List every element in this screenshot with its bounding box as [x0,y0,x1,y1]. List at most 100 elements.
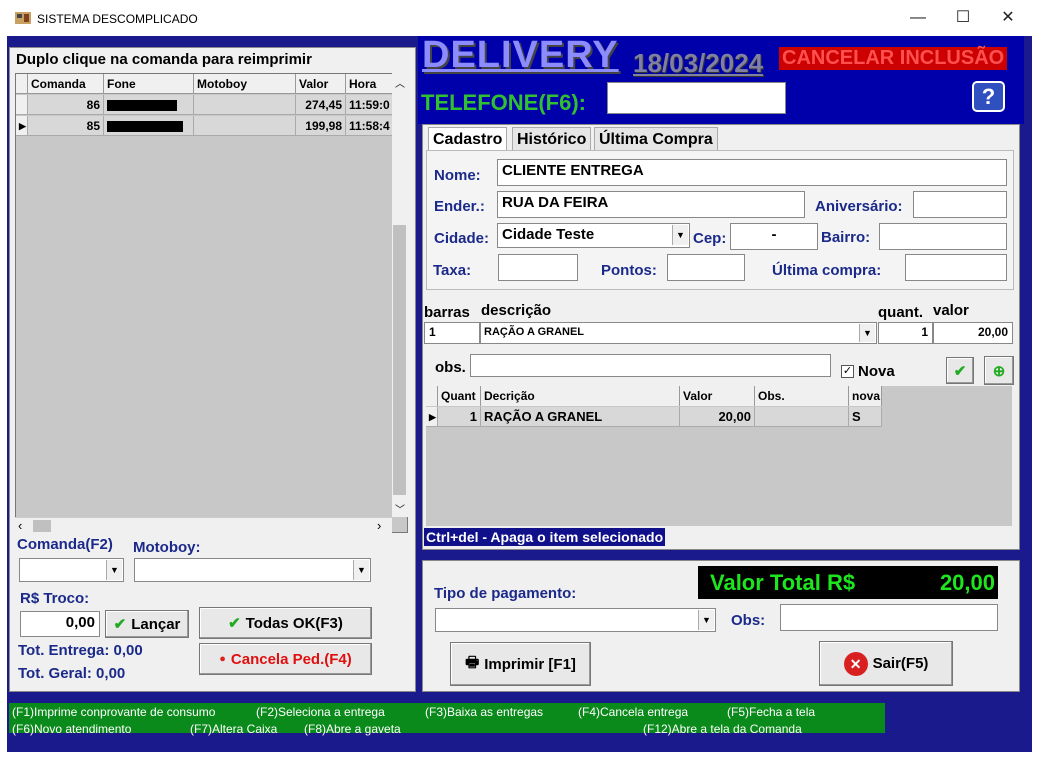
barras-input[interactable]: 1 [424,322,480,344]
obs-input[interactable] [470,354,831,377]
shortcut-bar: (F1)Imprime conprovante de consumo (F2)S… [9,703,885,736]
sair-button[interactable]: ✕ Sair(F5) [819,641,953,686]
tab-cadastro[interactable]: Cadastro [428,127,508,151]
taxa-input[interactable] [498,254,578,281]
shortcut-f4: (F4)Cancela entrega [578,705,689,719]
nova-checkbox[interactable]: ✓ [841,365,854,378]
shortcut-f2: (F2)Seleciona a entrega [256,705,385,719]
quant-input[interactable]: 1 [878,322,933,344]
scroll-left-icon[interactable]: ‹ [18,518,22,533]
tipo-pagamento-select[interactable]: ▼ [435,608,716,632]
valor-input[interactable]: 20,00 [933,322,1013,344]
close-button[interactable]: ✕ [988,6,1028,30]
col-valor[interactable]: Valor [296,74,346,94]
scroll-right-icon[interactable]: › [377,518,381,533]
row-pointer-icon: ▶ [426,407,438,427]
check-icon: ✔ [228,615,241,632]
grid-indicator-header [16,74,28,94]
chevron-down-icon[interactable]: ▼ [859,324,875,342]
cell-hora: 11:59:0 [346,95,394,115]
cidade-value: Cidade Teste [502,226,595,243]
scroll-up-icon[interactable]: ︿ [395,75,405,90]
shortcut-f12: (F12)Abre a tela da Comanda [643,722,802,736]
telefone-label: TELEFONE(F6): [421,90,586,115]
chevron-down-icon[interactable]: ▼ [353,560,369,580]
comandas-grid[interactable]: Comanda Fone Motoboy Valor Hora 86 274,4… [15,73,408,533]
items-indicator-header [426,386,438,406]
nome-label: Nome: [434,167,481,184]
col-motoboy[interactable]: Motoboy [194,74,296,94]
lancar-button[interactable]: ✔ Lançar [105,610,189,638]
cell-hora: 11:58:4 [346,116,394,136]
comanda-select[interactable]: ▼ [19,558,124,582]
todas-ok-button[interactable]: ✔ Todas OK(F3) [199,607,372,639]
col-quant[interactable]: Quant [438,386,481,406]
col-comanda[interactable]: Comanda [28,74,104,94]
chevron-down-icon[interactable]: ▼ [672,225,688,245]
tab-ultima-compra[interactable]: Última Compra [594,127,718,151]
chevron-down-icon[interactable]: ▼ [698,610,714,630]
nome-input[interactable]: CLIENTE ENTREGA [497,159,1007,186]
descricao-value: RAÇÃO A GRANEL [484,326,585,338]
imprimir-label: Imprimir [F1] [484,655,576,673]
pontos-input[interactable] [667,254,745,281]
ultima-compra-input[interactable] [905,254,1007,281]
chevron-down-icon[interactable]: ▼ [106,560,122,580]
grid-header: Comanda Fone Motoboy Valor Hora [16,74,396,94]
cell-fone [104,116,194,136]
items-grid[interactable]: Quant Decrição Valor Obs. nova ▶ 1 RAÇÃO… [426,386,1012,526]
col-obs[interactable]: Obs. [755,386,849,406]
hscroll-thumb[interactable] [33,520,51,532]
taxa-label: Taxa: [433,262,472,279]
cell-motoboy [194,95,296,115]
horizontal-scrollbar[interactable]: ‹ › [15,517,392,534]
app-icon [15,12,31,24]
table-row[interactable]: 86 274,45 11:59:0 [16,95,394,115]
col-nova[interactable]: nova [849,386,882,406]
payment-obs-input[interactable] [780,604,998,631]
table-row[interactable]: ▶ 85 199,98 11:58:4 [16,116,394,136]
row-pointer-icon: ▶ [16,116,28,136]
telefone-input[interactable] [607,82,786,114]
ultima-compra-label: Última compra: [772,262,882,279]
cell-valor: 274,45 [296,95,346,115]
shortcut-f5: (F5)Fecha a tela [727,705,816,719]
minimize-button[interactable]: — [898,6,938,30]
cep-input[interactable]: - [730,223,818,250]
troco-input[interactable]: 0,00 [20,611,100,637]
motoboy-select[interactable]: ▼ [134,558,371,582]
scroll-down-icon[interactable]: ﹀ [395,501,405,516]
descricao-label: descrição [481,302,552,319]
delete-hint: Ctrl+del - Apaga o item selecionado [424,528,666,546]
cidade-label: Cidade: [434,230,490,247]
col-fone[interactable]: Fone [104,74,194,94]
table-row[interactable]: ▶ 1 RAÇÃO A GRANEL 20,00 S [426,407,882,427]
bairro-input[interactable] [879,223,1007,250]
scroll-thumb[interactable] [393,225,406,495]
nova-label: Nova [858,363,895,380]
descricao-select[interactable]: RAÇÃO A GRANEL ▼ [480,322,877,344]
imprimir-button[interactable]: 🖶 Imprimir [F1] [450,642,591,686]
cidade-select[interactable]: Cidade Teste ▼ [497,223,690,248]
aniversario-input[interactable] [913,191,1007,218]
col-descricao[interactable]: Decrição [481,386,680,406]
confirm-item-button[interactable]: ✔ [946,357,974,384]
aniversario-label: Aniversário: [815,198,903,215]
vertical-scrollbar[interactable]: ︿ ﹀ [392,73,408,517]
tipo-pagamento-label: Tipo de pagamento: [434,585,577,602]
help-icon[interactable]: ? [972,81,1005,112]
valor-total-label: Valor Total R$ [710,570,856,595]
ender-input[interactable]: RUA DA FEIRA [497,191,805,218]
cell-quant: 1 [438,407,481,427]
tot-entrega: Tot. Entrega: 0,00 [18,642,143,659]
cell-fone [104,95,194,115]
pontos-label: Pontos: [601,262,657,279]
maximize-button[interactable]: ☐ [943,6,983,30]
col-valor[interactable]: Valor [680,386,755,406]
redacted-phone [107,121,183,132]
cancela-ped-button[interactable]: ● Cancela Ped.(F4) [199,643,372,675]
add-item-button[interactable]: ⊕ [984,356,1014,385]
col-hora[interactable]: Hora [346,74,396,94]
tab-historico[interactable]: Histórico [512,127,592,151]
cancelar-inclusao-button[interactable]: CANCELAR INCLUSÃO [779,47,1008,70]
